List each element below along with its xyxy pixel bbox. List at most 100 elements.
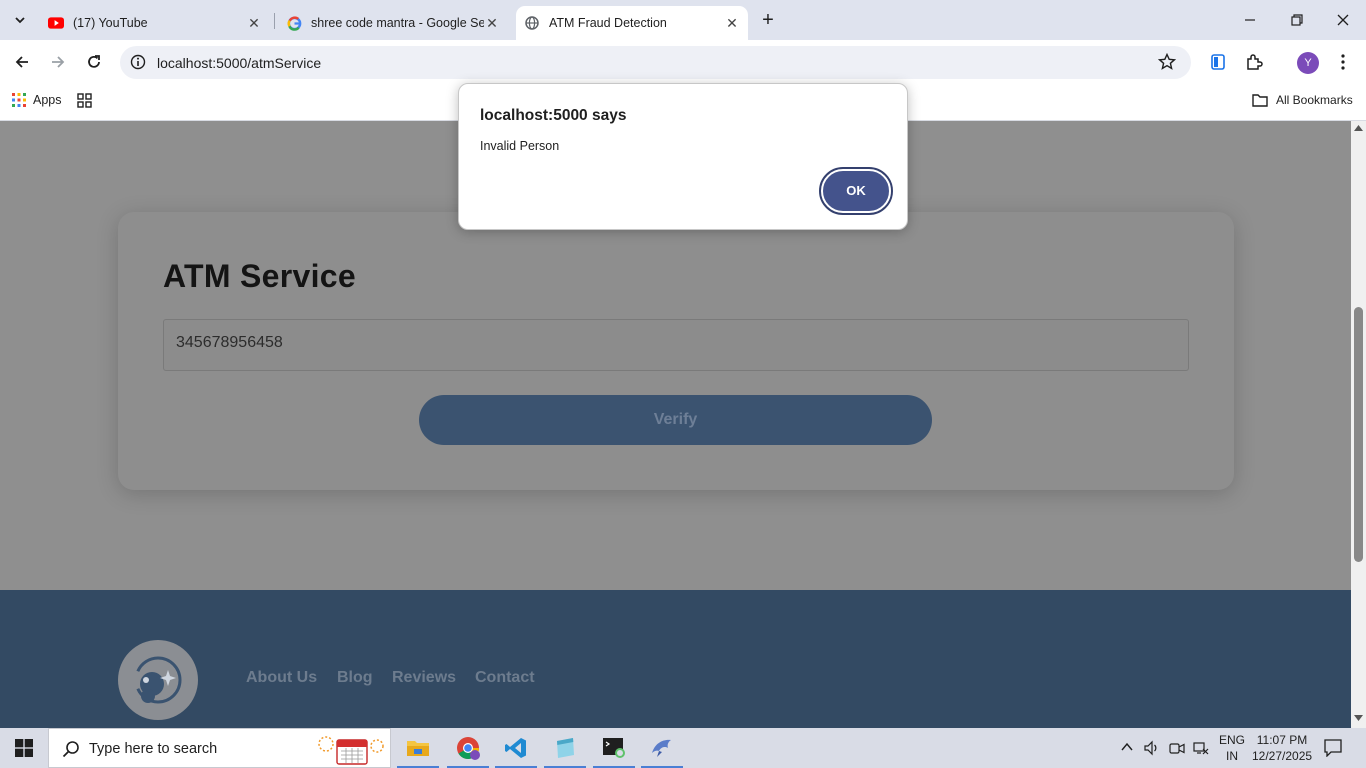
footer: About Us Blog Reviews Contact bbox=[0, 590, 1351, 728]
tab-groups-button[interactable] bbox=[77, 93, 92, 113]
terminal-icon bbox=[603, 738, 625, 758]
restore-icon bbox=[1291, 14, 1303, 26]
start-button[interactable] bbox=[0, 728, 48, 768]
tab-title: ATM Fraud Detection bbox=[549, 16, 667, 30]
page-title: ATM Service bbox=[163, 258, 357, 294]
clock-date: 12/27/2025 bbox=[1252, 749, 1313, 763]
taskbar-search-box[interactable]: Type here to search bbox=[48, 728, 391, 768]
alert-dialog: localhost:5000 says Invalid Person OK bbox=[458, 83, 908, 230]
tab-youtube[interactable]: (17) YouTube ✕ bbox=[40, 6, 270, 40]
scroll-down-icon[interactable] bbox=[1354, 715, 1363, 721]
tab-search-button[interactable] bbox=[6, 6, 34, 34]
reload-button[interactable] bbox=[80, 48, 108, 76]
puzzle-icon bbox=[1247, 54, 1263, 70]
atm-card-number-input[interactable]: 345678956458 bbox=[163, 319, 1189, 371]
ok-button[interactable]: OK bbox=[819, 167, 893, 215]
tab-atm-fraud-detection[interactable]: ATM Fraud Detection ✕ bbox=[516, 6, 748, 40]
dialog-title: localhost:5000 says bbox=[480, 107, 627, 124]
footer-link-contact[interactable]: Contact bbox=[475, 669, 535, 687]
all-bookmarks-label: All Bookmarks bbox=[1276, 93, 1353, 107]
site-info-icon[interactable] bbox=[130, 54, 146, 75]
all-bookmarks-button[interactable]: All Bookmarks bbox=[1252, 93, 1353, 107]
dialog-message: Invalid Person bbox=[480, 139, 560, 153]
tab-strip: (17) YouTube ✕ shree code mantra - Googl… bbox=[0, 0, 1366, 40]
extensions-button[interactable] bbox=[1240, 48, 1268, 76]
close-icon bbox=[1337, 14, 1349, 26]
notepad-icon bbox=[557, 738, 574, 758]
tab-separator bbox=[274, 13, 275, 29]
network-disconnected-icon bbox=[1193, 742, 1209, 755]
address-bar[interactable]: localhost:5000/atmService bbox=[120, 46, 1191, 79]
search-placeholder: Type here to search bbox=[89, 741, 218, 757]
more-vertical-icon bbox=[1341, 54, 1345, 70]
search-icon bbox=[62, 741, 79, 758]
taskbar-chrome[interactable] bbox=[444, 728, 492, 768]
apps-shortcut[interactable]: Apps bbox=[12, 93, 62, 107]
browser-toolbar: localhost:5000/atmService Y bbox=[0, 40, 1366, 85]
vscode-icon bbox=[505, 738, 526, 758]
google-icon bbox=[286, 15, 302, 31]
side-panel-icon bbox=[1211, 54, 1225, 70]
url-text: localhost:5000/atmService bbox=[157, 55, 322, 71]
browser-menu-button[interactable] bbox=[1329, 48, 1357, 76]
windows-logo-icon bbox=[15, 739, 33, 757]
dolphin-icon bbox=[652, 739, 671, 757]
tab-google[interactable]: shree code mantra - Google Se ✕ bbox=[278, 6, 508, 40]
restore-button[interactable] bbox=[1283, 6, 1311, 34]
scroll-up-icon[interactable] bbox=[1354, 125, 1363, 131]
language-code: ENG bbox=[1219, 733, 1246, 747]
new-tab-button[interactable]: + bbox=[754, 6, 782, 34]
footer-link-reviews[interactable]: Reviews bbox=[392, 669, 456, 687]
meet-now-button[interactable] bbox=[1169, 740, 1185, 761]
page-scrollbar[interactable] bbox=[1351, 121, 1366, 728]
apps-label: Apps bbox=[33, 93, 62, 107]
plus-icon: + bbox=[762, 8, 774, 31]
notification-icon bbox=[1324, 739, 1342, 758]
close-tab-icon[interactable]: ✕ bbox=[724, 15, 740, 31]
chevron-up-icon bbox=[1121, 742, 1133, 751]
profile-avatar[interactable]: Y bbox=[1297, 52, 1319, 74]
reload-icon bbox=[88, 55, 100, 68]
input-language-indicator[interactable]: ENG IN bbox=[1219, 733, 1245, 763]
chrome-icon bbox=[457, 737, 480, 760]
verify-button[interactable]: Verify bbox=[419, 395, 932, 445]
site-logo bbox=[118, 640, 198, 720]
tab-title: shree code mantra - Google Se bbox=[311, 16, 484, 30]
clock-time: 11:07 PM bbox=[1256, 733, 1308, 747]
volume-button[interactable] bbox=[1144, 740, 1160, 761]
arrow-right-icon bbox=[52, 56, 65, 68]
speaker-icon bbox=[1144, 740, 1157, 756]
taskbar-vscode[interactable] bbox=[492, 728, 540, 768]
close-tab-icon[interactable]: ✕ bbox=[484, 15, 500, 31]
apps-grid-icon bbox=[12, 93, 26, 107]
forward-button[interactable] bbox=[44, 48, 72, 76]
network-button[interactable] bbox=[1192, 740, 1210, 761]
back-button[interactable] bbox=[8, 48, 36, 76]
close-tab-icon[interactable]: ✕ bbox=[246, 15, 262, 31]
footer-link-blog[interactable]: Blog bbox=[337, 669, 373, 687]
taskbar-terminal[interactable] bbox=[590, 728, 638, 768]
tab-title: (17) YouTube bbox=[73, 16, 148, 30]
footer-link-about-us[interactable]: About Us bbox=[246, 669, 317, 687]
arrow-left-icon bbox=[15, 56, 28, 68]
grid-icon bbox=[77, 93, 92, 108]
globe-icon bbox=[524, 15, 540, 31]
clock[interactable]: 11:07 PM 12/27/2025 bbox=[1252, 733, 1312, 763]
atm-service-card: ATM Service 345678956458 Verify bbox=[118, 212, 1234, 490]
bookmark-star-icon[interactable] bbox=[1157, 52, 1177, 76]
scroll-thumb[interactable] bbox=[1354, 307, 1363, 562]
windows-taskbar: Type here to search ENG IN 11:07 PM 12/2… bbox=[0, 728, 1366, 768]
minimize-button[interactable] bbox=[1236, 6, 1264, 34]
video-camera-icon bbox=[1169, 743, 1185, 754]
notifications-button[interactable] bbox=[1324, 739, 1342, 762]
taskbar-file-explorer[interactable] bbox=[394, 728, 442, 768]
calendar-celebration-icon bbox=[318, 736, 384, 765]
minimize-icon bbox=[1245, 19, 1255, 21]
taskbar-mysql-workbench[interactable] bbox=[638, 728, 686, 768]
folder-icon bbox=[1252, 94, 1268, 107]
reading-mode-button[interactable] bbox=[1204, 48, 1232, 76]
close-window-button[interactable] bbox=[1329, 6, 1357, 34]
show-hidden-icons-button[interactable] bbox=[1120, 740, 1134, 759]
logo-icon bbox=[134, 656, 182, 704]
taskbar-notepad[interactable] bbox=[541, 728, 589, 768]
